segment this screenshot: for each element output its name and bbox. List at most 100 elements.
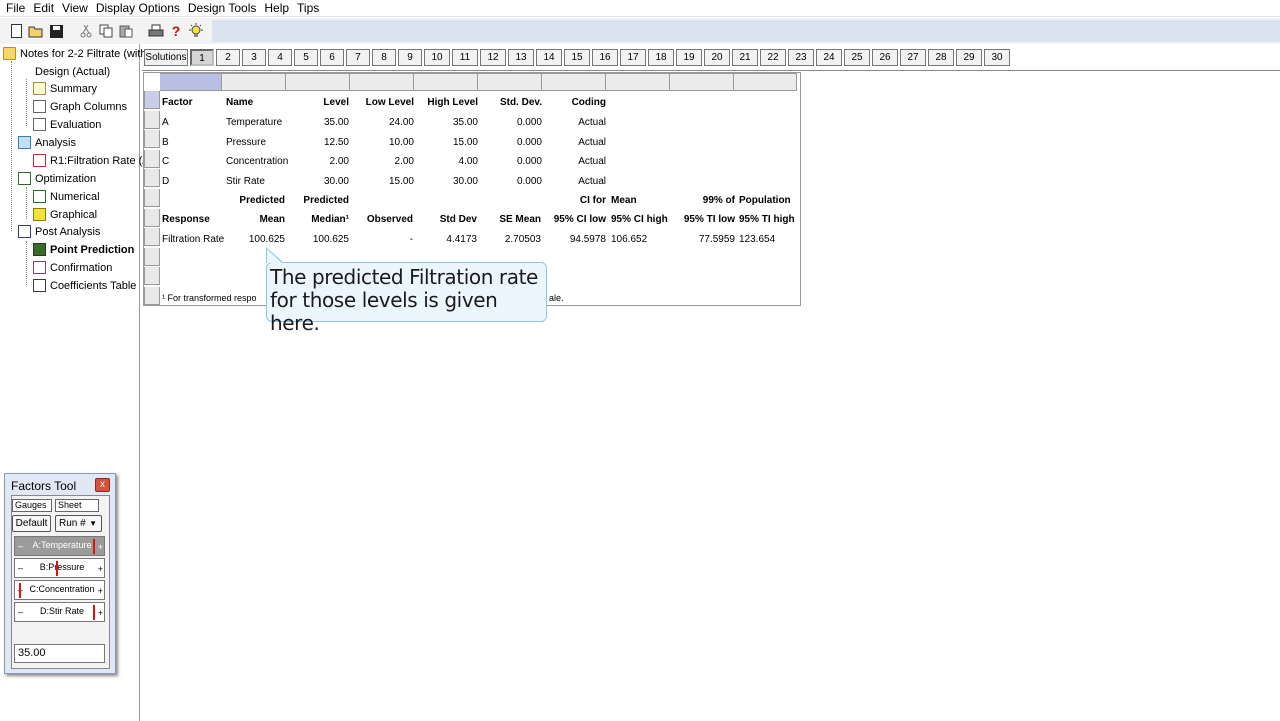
tree-item-graphical[interactable]: Graphical [33, 208, 97, 221]
column-header[interactable] [478, 73, 542, 91]
column-header[interactable] [414, 73, 478, 91]
factor-cell-high[interactable]: 4.00 [417, 156, 478, 167]
factor-cell-std[interactable]: 0.000 [482, 176, 542, 187]
response-se-mean[interactable]: 2.70503 [480, 234, 541, 245]
column-header[interactable] [222, 73, 286, 91]
factor-cell-high[interactable]: 15.00 [417, 137, 478, 148]
response-median[interactable]: 100.625 [288, 234, 349, 245]
response-ti-low[interactable]: 77.5959 [674, 234, 735, 245]
plus-icon[interactable]: + [98, 608, 103, 618]
factor-value-input[interactable]: 35.00 [14, 644, 105, 663]
minus-icon[interactable]: – [18, 541, 23, 551]
tree-item-evaluation[interactable]: Evaluation [33, 118, 101, 131]
tree-item-coefficients-table[interactable]: Coefficients Table [33, 279, 136, 292]
copy-icon[interactable] [98, 23, 114, 39]
menu-help[interactable]: Help [264, 1, 289, 15]
factor-cell-coding[interactable]: Actual [544, 117, 606, 128]
solution-tab-12[interactable]: 12 [480, 49, 506, 66]
factor-cell-high[interactable]: 35.00 [417, 117, 478, 128]
save-icon[interactable] [48, 23, 64, 39]
solution-tab-17[interactable]: 17 [620, 49, 646, 66]
row-header[interactable] [144, 91, 160, 109]
minus-icon[interactable]: – [18, 607, 23, 617]
solution-tab-25[interactable]: 25 [844, 49, 870, 66]
column-header[interactable] [160, 73, 222, 91]
row-header[interactable] [144, 247, 160, 266]
tree-item-confirmation[interactable]: Confirmation [33, 261, 112, 274]
tree-item-summary[interactable]: Summary [33, 82, 97, 95]
gauge-temperature[interactable]: – A:Temperature + [14, 536, 105, 556]
column-header[interactable] [286, 73, 350, 91]
solution-tab-21[interactable]: 21 [732, 49, 758, 66]
solution-tab-13[interactable]: 13 [508, 49, 534, 66]
factor-cell-level[interactable]: 30.00 [294, 176, 349, 187]
tree-item-graph-columns[interactable]: Graph Columns [33, 100, 127, 113]
row-header[interactable] [144, 189, 160, 207]
tree-item-post-analysis[interactable]: Post Analysis [18, 225, 100, 238]
tree-item-r1[interactable]: R1:Filtration Rate (A [33, 154, 150, 167]
factor-cell-std[interactable]: 0.000 [482, 137, 542, 148]
response-name[interactable]: Filtration Rate [162, 234, 224, 245]
tree-item-analysis[interactable]: Analysis [18, 136, 76, 149]
row-header[interactable] [144, 110, 160, 129]
menu-display-options[interactable]: Display Options [96, 1, 180, 15]
column-header[interactable] [350, 73, 414, 91]
column-header[interactable] [734, 73, 797, 91]
factor-cell-low[interactable]: 15.00 [354, 176, 414, 187]
factor-cell-coding[interactable]: Actual [544, 176, 606, 187]
paste-icon[interactable] [118, 23, 134, 39]
gauge-marker[interactable] [93, 539, 95, 554]
new-file-icon[interactable] [8, 23, 24, 39]
factor-cell-factor[interactable]: C [162, 156, 169, 167]
solution-tab-1[interactable]: 1 [190, 49, 214, 66]
cut-icon[interactable] [78, 23, 94, 39]
response-std-dev[interactable]: 4.4173 [416, 234, 477, 245]
gauge-marker[interactable] [93, 605, 95, 620]
factor-cell-low[interactable]: 24.00 [354, 117, 414, 128]
solution-tab-5[interactable]: 5 [294, 49, 318, 66]
row-header[interactable] [144, 169, 160, 188]
factor-cell-factor[interactable]: B [162, 137, 169, 148]
solution-tab-10[interactable]: 10 [424, 49, 450, 66]
factor-cell-level[interactable]: 12.50 [294, 137, 349, 148]
tab-gauges[interactable]: Gauges [12, 499, 52, 512]
column-header[interactable] [606, 73, 670, 91]
row-header[interactable] [144, 149, 160, 168]
solution-tab-11[interactable]: 11 [452, 49, 478, 66]
factor-cell-std[interactable]: 0.000 [482, 156, 542, 167]
solution-tab-30[interactable]: 30 [984, 49, 1010, 66]
solution-tab-16[interactable]: 16 [592, 49, 618, 66]
gauge-concentration[interactable]: – C:Concentration + [14, 580, 105, 600]
solution-tab-24[interactable]: 24 [816, 49, 842, 66]
tree-root[interactable]: Notes for 2-2 Filtrate (with [3, 47, 147, 60]
row-header[interactable] [144, 287, 160, 305]
solution-tab-26[interactable]: 26 [872, 49, 898, 66]
response-ci-low[interactable]: 94.5978 [544, 234, 606, 245]
open-folder-icon[interactable] [28, 23, 44, 39]
row-header[interactable] [144, 130, 160, 149]
solution-tab-8[interactable]: 8 [372, 49, 396, 66]
response-ti-high[interactable]: 123.654 [739, 234, 775, 245]
menu-design-tools[interactable]: Design Tools [188, 1, 256, 15]
close-icon[interactable]: x [95, 478, 110, 492]
default-button[interactable]: Default [12, 515, 51, 532]
factor-cell-name[interactable]: Temperature [226, 117, 282, 128]
column-header[interactable] [670, 73, 734, 91]
row-header[interactable] [144, 267, 160, 286]
factor-cell-coding[interactable]: Actual [544, 137, 606, 148]
solution-tab-9[interactable]: 9 [398, 49, 422, 66]
solution-tab-18[interactable]: 18 [648, 49, 674, 66]
menu-file[interactable]: File [6, 1, 25, 15]
column-header[interactable] [542, 73, 606, 91]
solution-tab-7[interactable]: 7 [346, 49, 370, 66]
tree-item-design[interactable]: Design (Actual) [18, 65, 174, 150]
print-icon[interactable] [148, 23, 164, 39]
solution-tab-4[interactable]: 4 [268, 49, 292, 66]
plus-icon[interactable]: + [98, 542, 103, 552]
run-select[interactable]: Run # ▼ [55, 515, 102, 532]
factor-cell-std[interactable]: 0.000 [482, 117, 542, 128]
factor-cell-coding[interactable]: Actual [544, 156, 606, 167]
row-header[interactable] [144, 208, 160, 227]
solution-tab-28[interactable]: 28 [928, 49, 954, 66]
solution-tab-27[interactable]: 27 [900, 49, 926, 66]
